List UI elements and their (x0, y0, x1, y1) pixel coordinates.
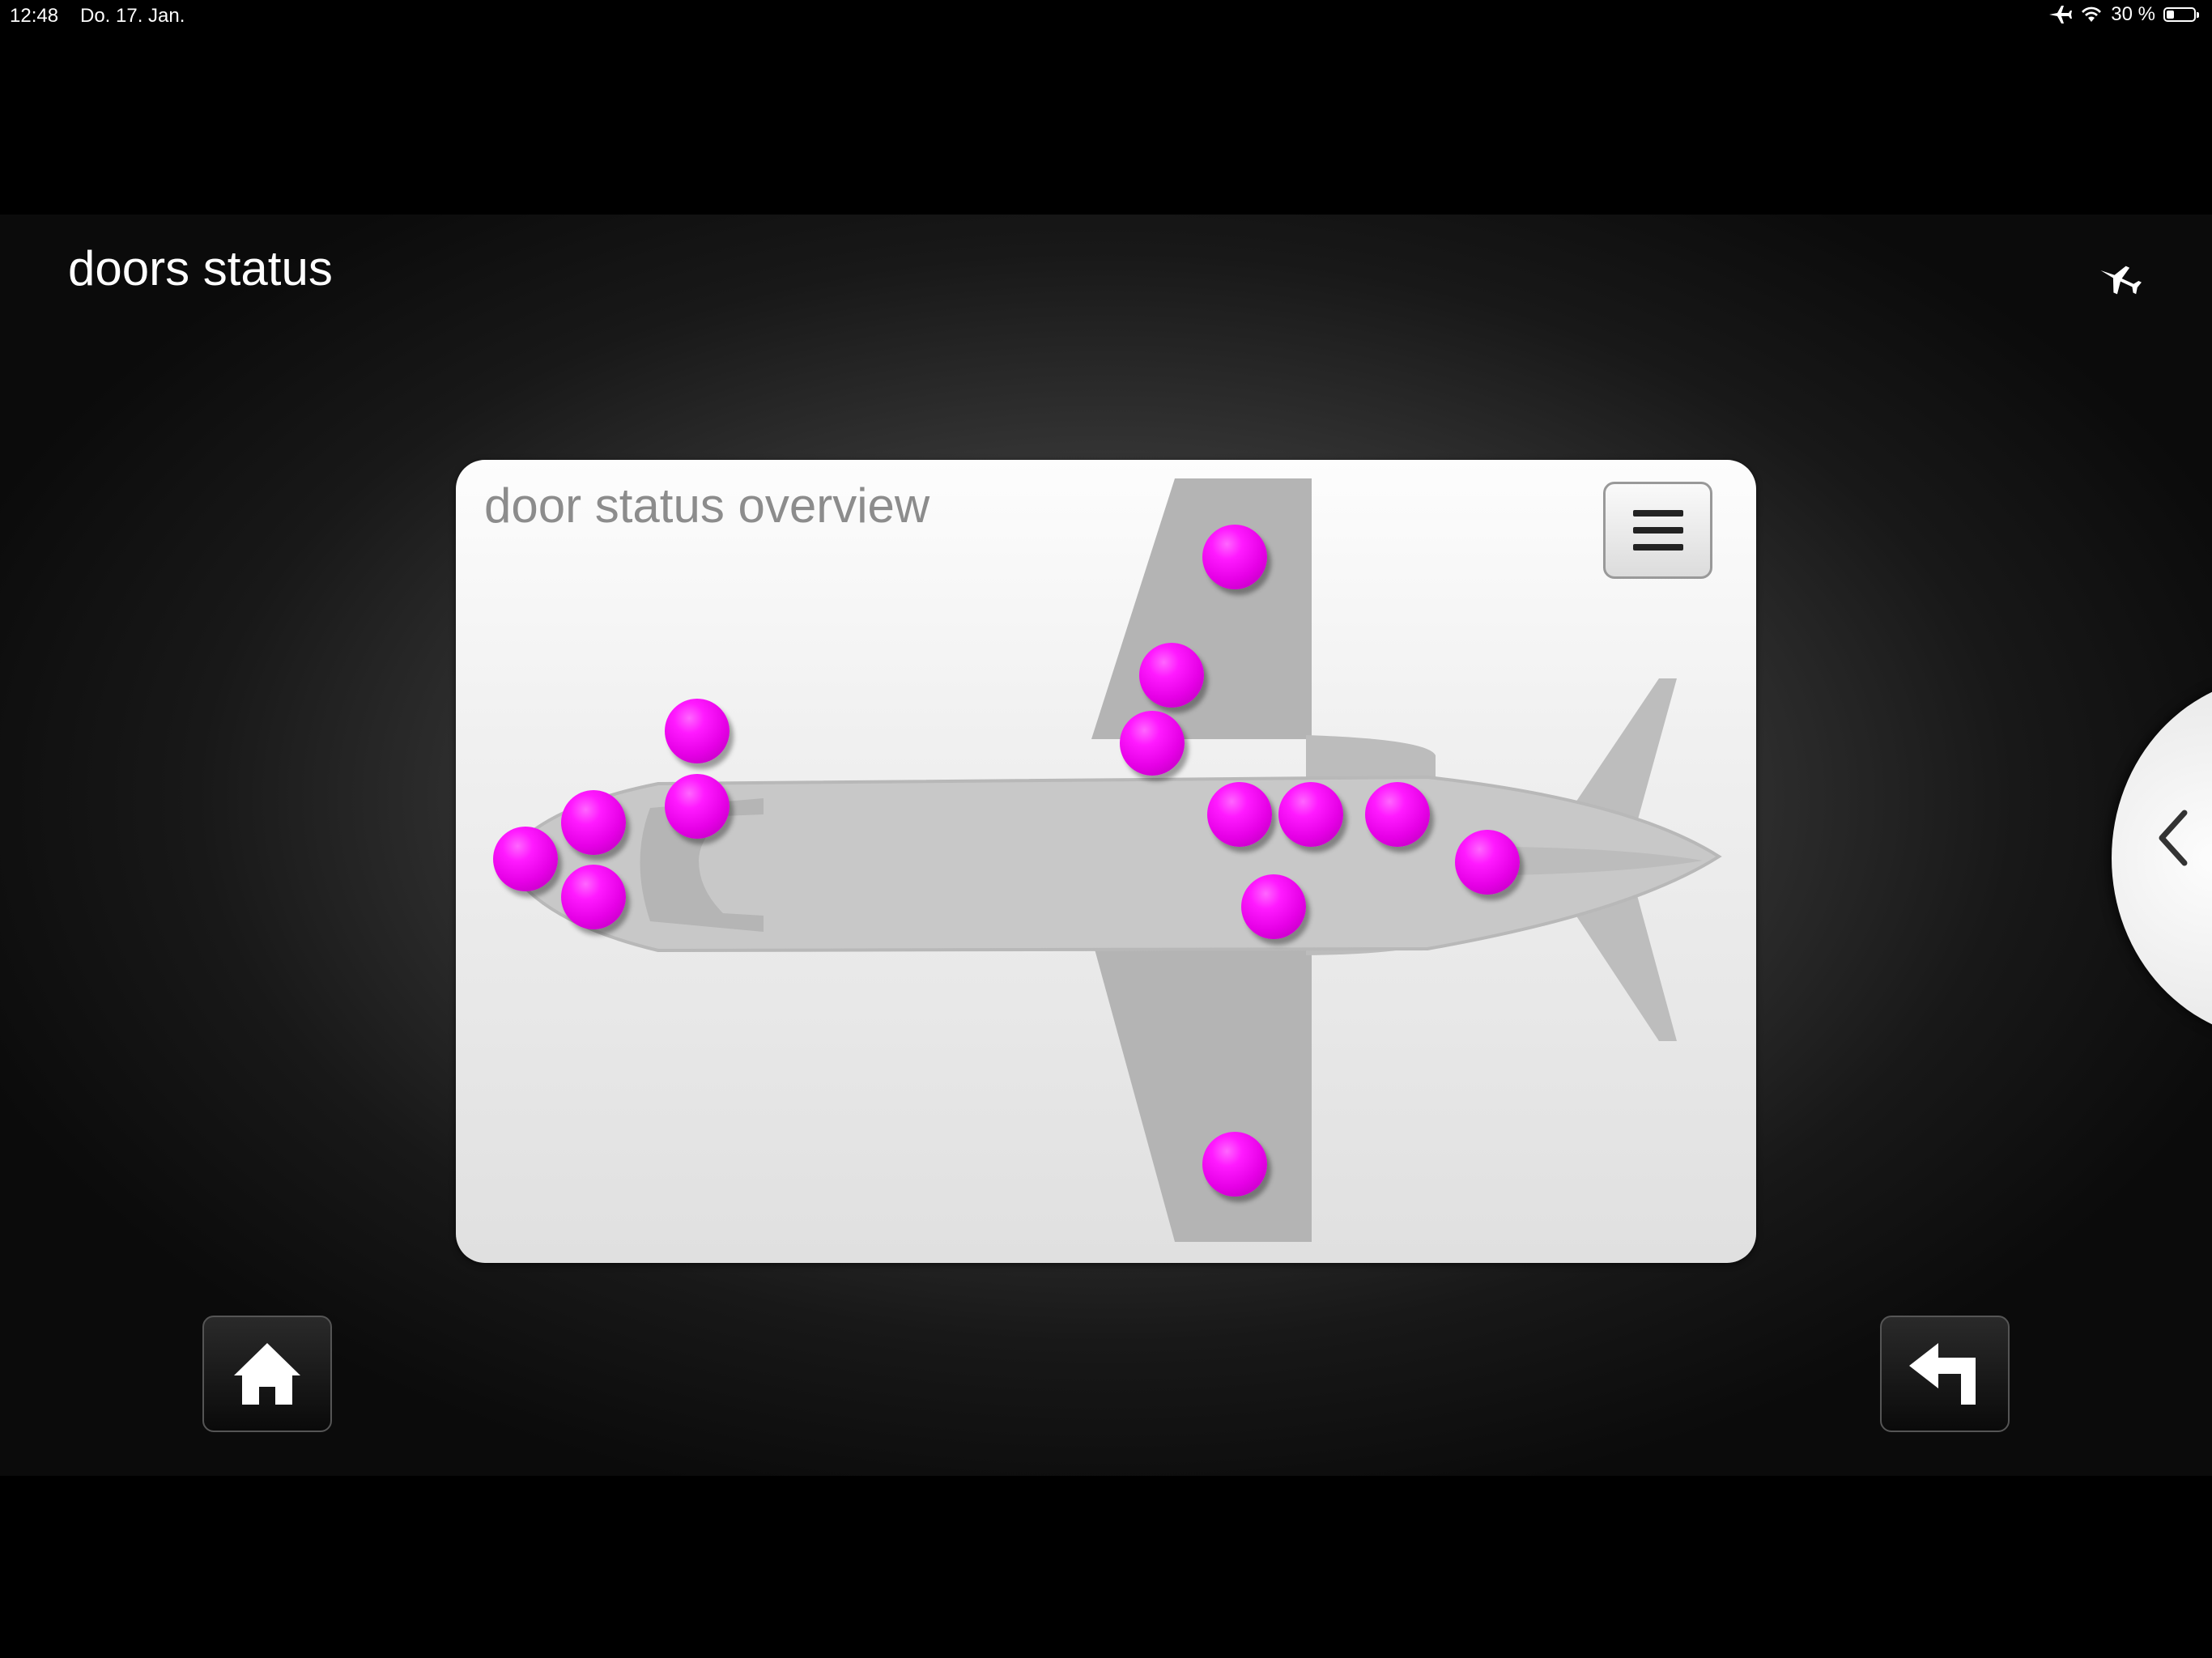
door-indicator[interactable] (1365, 782, 1430, 847)
app-area: doors status door status overview (0, 215, 2212, 1476)
hamburger-menu-icon (1632, 510, 1683, 551)
door-indicator[interactable] (1455, 830, 1520, 895)
upper-wing (1091, 478, 1312, 739)
door-indicator[interactable] (1202, 525, 1267, 589)
door-indicator[interactable] (561, 865, 626, 929)
home-icon (234, 1343, 300, 1405)
home-button[interactable] (202, 1316, 332, 1432)
door-indicator[interactable] (1202, 1132, 1267, 1197)
status-date: Do. 17. Jan. (80, 5, 185, 27)
status-right: 30 % (2048, 3, 2199, 26)
door-indicator[interactable] (1207, 782, 1272, 847)
chevron-left-icon (2159, 810, 2188, 866)
airplane-mode-icon (2049, 6, 2073, 23)
menu-button[interactable] (1603, 482, 1712, 579)
door-indicator[interactable] (1278, 782, 1343, 847)
lower-wing (1091, 937, 1312, 1242)
door-indicator[interactable] (493, 827, 558, 891)
battery-icon (2163, 7, 2199, 22)
door-indicator[interactable] (1120, 711, 1185, 776)
back-button[interactable] (1880, 1316, 2010, 1432)
status-bar: 12:48 Do. 17. Jan. 30 % (0, 0, 2212, 34)
airplane-landing-icon (2100, 266, 2142, 295)
card-title: door status overview (484, 478, 930, 533)
door-status-card: door status overview (456, 460, 1756, 1263)
door-indicator[interactable] (665, 699, 730, 763)
battery-percentage: 30 % (2111, 3, 2155, 25)
door-indicator[interactable] (1139, 643, 1204, 708)
screen: 12:48 Do. 17. Jan. 30 % doors status doo… (0, 0, 2212, 1658)
door-indicator[interactable] (561, 790, 626, 855)
door-indicator[interactable] (1241, 874, 1306, 939)
page-title: doors status (68, 241, 333, 295)
back-arrow-icon (1909, 1343, 1976, 1405)
aircraft-diagram (502, 478, 1722, 1242)
wifi-icon (2082, 6, 2102, 22)
door-indicator[interactable] (665, 774, 730, 839)
status-time: 12:48 (10, 5, 59, 27)
